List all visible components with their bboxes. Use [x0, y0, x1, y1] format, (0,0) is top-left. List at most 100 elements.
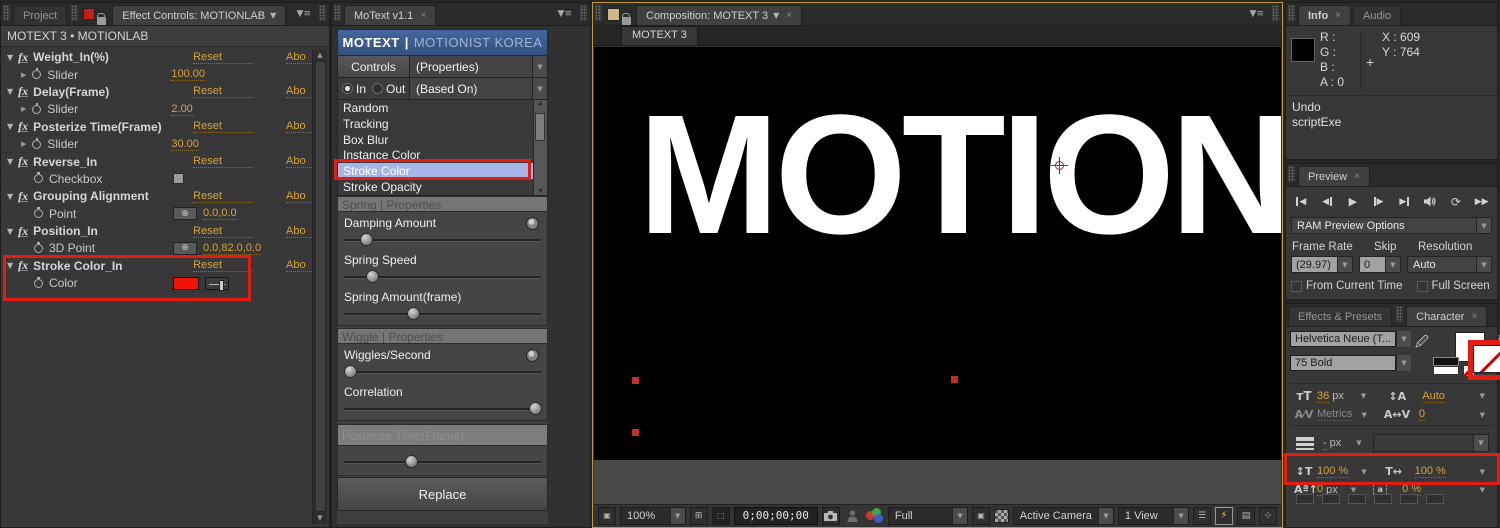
chevron-down-icon[interactable]: ▼	[532, 78, 547, 99]
skip-select[interactable]: 0 ▼	[1359, 256, 1401, 273]
wiggles-second-slider[interactable]	[344, 365, 541, 378]
font-style-select[interactable]: 75 Bold	[1290, 355, 1396, 371]
resolution-select[interactable]: Full ▼	[887, 506, 969, 525]
chevron-down-icon[interactable]: ▼	[1395, 355, 1411, 371]
param-value[interactable]: 0.0,82.0,0.0	[203, 242, 262, 255]
chevron-down-icon[interactable]: ▼	[1476, 257, 1491, 272]
chevron-down-icon[interactable]: ▼	[1361, 392, 1366, 400]
small-caps-button[interactable]	[1374, 494, 1392, 504]
font-size-value[interactable]: 36	[1317, 390, 1330, 403]
first-frame-button[interactable]: ◀	[1290, 193, 1313, 210]
param-value[interactable]: 100.00	[171, 68, 206, 82]
tab-effects-presets[interactable]: Effects & Presets	[1288, 306, 1393, 326]
always-preview-icon[interactable]: ▣	[598, 506, 616, 525]
chevron-down-icon[interactable]: ▼	[952, 507, 968, 524]
reset-link[interactable]: Reset	[193, 155, 254, 169]
stopwatch-icon[interactable]	[34, 207, 43, 219]
chevron-down-icon[interactable]: ▼	[1361, 468, 1366, 476]
in-radio[interactable]	[342, 83, 353, 94]
color-swatch-red[interactable]	[173, 276, 199, 290]
about-link[interactable]: Abo	[286, 85, 312, 99]
list-item[interactable]: Tracking	[338, 116, 547, 132]
kerning-value[interactable]: Metrics	[1317, 408, 1353, 421]
loop-icon[interactable]: ⟳	[1445, 193, 1468, 210]
last-frame-button[interactable]: ▶	[1393, 193, 1416, 210]
effect-row[interactable]: ▼ fx Grouping Alignment Reset Abo	[1, 188, 312, 206]
panel-grip[interactable]	[1396, 306, 1404, 322]
panel-grip[interactable]	[1272, 5, 1279, 21]
chevron-down-icon[interactable]: ▼	[1480, 468, 1485, 476]
expand-triangle-icon[interactable]: ▶	[21, 71, 26, 79]
selection-handle[interactable]	[632, 377, 639, 384]
reset-link[interactable]: Reset	[193, 51, 254, 64]
frame-rate-select[interactable]: (29.97) ▼	[1291, 256, 1353, 273]
region-of-interest-icon[interactable]: ⬚	[711, 506, 730, 525]
tab-info[interactable]: Info ×	[1298, 5, 1352, 25]
label-color-swatch[interactable]	[607, 7, 620, 21]
stopwatch-icon[interactable]	[34, 172, 43, 184]
chevron-down-icon[interactable]: ▼	[270, 11, 276, 20]
about-link[interactable]: Abo	[286, 51, 312, 64]
effect-row[interactable]: ▼ fx Position_In Reset Abo	[1, 223, 312, 241]
timeline-icon[interactable]: ▤	[1237, 506, 1256, 525]
chevron-down-icon[interactable]: ▼	[1361, 411, 1366, 419]
scroll-thumb[interactable]	[314, 61, 326, 512]
transparency-grid-icon[interactable]	[994, 508, 1009, 523]
chevron-down-icon[interactable]: ▼	[1173, 507, 1189, 524]
properties-select[interactable]: (Properties)	[410, 56, 532, 77]
stopwatch-icon[interactable]	[34, 276, 43, 288]
anchor-point-icon[interactable]	[1051, 157, 1068, 174]
tab-composition[interactable]: Composition: MOTEXT 3 ▼ ×	[636, 5, 803, 25]
panel-grip[interactable]	[334, 5, 341, 21]
about-link[interactable]: Abo	[286, 120, 312, 134]
panel-grip[interactable]	[3, 5, 10, 21]
composition-viewport[interactable]: MOTIONL	[594, 47, 1281, 460]
magnification-select[interactable]: 100% ▼	[620, 506, 686, 525]
point-target-icon[interactable]: ⊕	[173, 207, 197, 221]
stroke-color-swatch-none[interactable]	[1472, 345, 1500, 373]
faux-bold-button[interactable]	[1296, 494, 1314, 504]
default-fill-stroke-icon[interactable]	[1432, 357, 1459, 376]
tracking-value[interactable]: 0	[1418, 408, 1425, 421]
chevron-down-icon[interactable]: ▼	[669, 507, 685, 524]
param-row[interactable]: Point ⊕ 0.0,0.0	[1, 206, 312, 223]
ram-preview-options-select[interactable]: RAM Preview Options ▼	[1291, 217, 1492, 234]
panel-grip[interactable]	[580, 5, 587, 21]
reset-link[interactable]: Reset	[193, 120, 254, 134]
param-row[interactable]: ▶ Slider 30.00	[1, 136, 312, 154]
faux-italic-button[interactable]	[1322, 494, 1340, 504]
horizontal-scale-value[interactable]: 100 %	[1414, 465, 1446, 478]
panel-menu-icon[interactable]: ▼≡	[291, 9, 317, 19]
chevron-down-icon[interactable]: ▼	[1473, 435, 1488, 451]
about-link[interactable]: Abo	[286, 225, 312, 238]
chevron-down-icon[interactable]: ▼	[773, 11, 779, 20]
panel-grip[interactable]	[71, 5, 79, 21]
collapse-triangle-icon[interactable]: ▼	[7, 122, 13, 131]
eyedropper-icon[interactable]: 🖉	[1415, 333, 1429, 355]
close-icon[interactable]: ×	[1335, 10, 1341, 21]
chevron-down-icon[interactable]: ▼	[1097, 507, 1113, 524]
based-on-select[interactable]: (Based On)	[410, 78, 532, 99]
fast-previews-icon[interactable]: ⚡	[1215, 506, 1234, 525]
scroll-up-icon[interactable]: ▲	[317, 51, 322, 59]
close-icon[interactable]: ×	[420, 10, 426, 21]
param-value[interactable]: 2.00	[171, 103, 193, 116]
resolution-select[interactable]: Auto ▼	[1407, 256, 1492, 273]
color-options-icon[interactable]	[205, 276, 229, 291]
effect-row[interactable]: ▼ fx Reverse_In Reset Abo	[1, 153, 312, 171]
posterize-time-slider[interactable]	[344, 455, 541, 468]
close-icon[interactable]: ×	[1471, 311, 1477, 322]
audio-mute-icon[interactable]	[1419, 193, 1442, 210]
panel-grip[interactable]	[595, 5, 602, 21]
chevron-down-icon[interactable]: ▼	[1356, 439, 1361, 447]
about-link[interactable]: Abo	[286, 155, 312, 169]
panel-grip[interactable]	[1288, 5, 1295, 21]
reset-link[interactable]: Reset	[193, 259, 254, 273]
scrollbar[interactable]: ▲ ▼	[312, 49, 327, 524]
spring-amount-slider[interactable]	[344, 307, 541, 320]
stroke-width-value[interactable]: -	[1323, 437, 1327, 450]
scroll-up-icon[interactable]: ▲	[537, 100, 544, 107]
tab-project[interactable]: Project	[13, 5, 68, 25]
superscript-button[interactable]	[1400, 494, 1418, 504]
stroke-style-select[interactable]: ▼	[1372, 434, 1489, 452]
